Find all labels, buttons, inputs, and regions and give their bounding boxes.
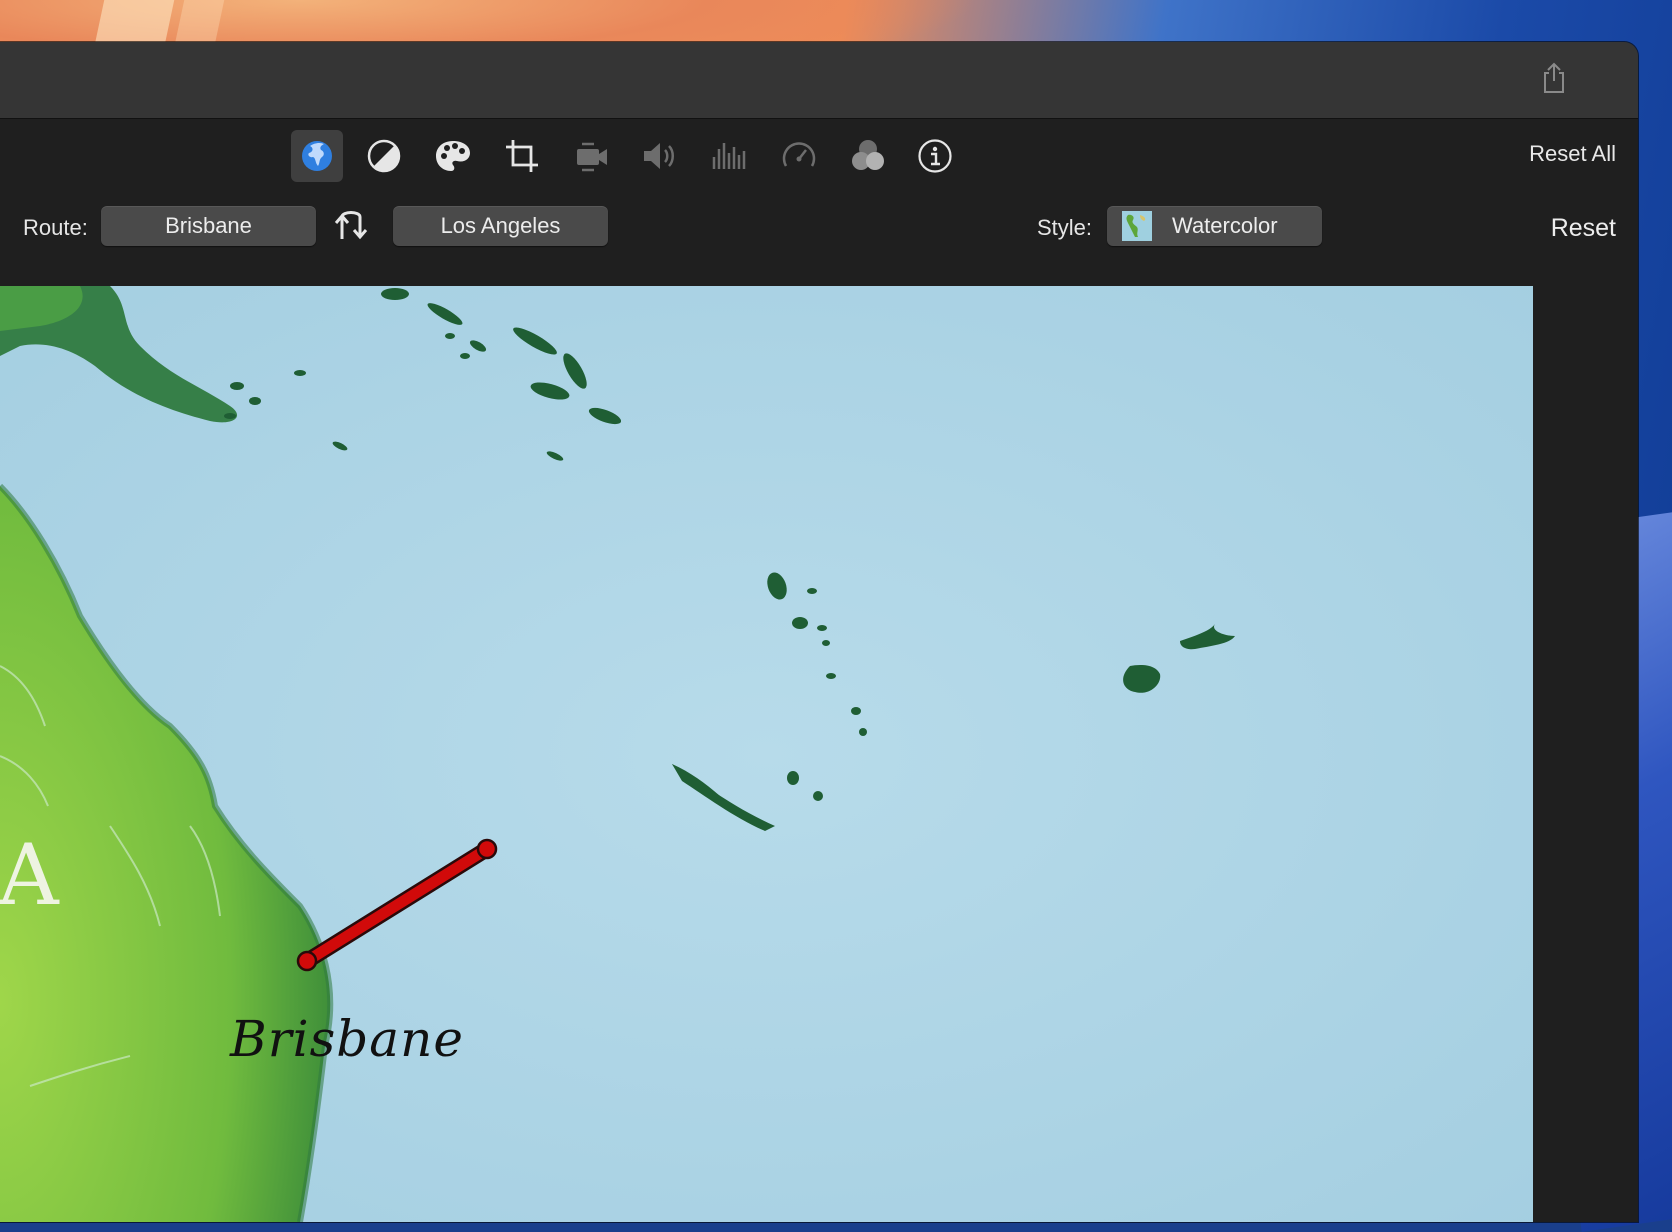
map-preview: A Brisbane xyxy=(0,286,1533,1222)
palette-icon xyxy=(436,141,470,171)
equalizer-icon xyxy=(712,143,746,169)
clip-filter-icon xyxy=(852,140,884,170)
map-style-thumbnail-icon xyxy=(1122,211,1152,241)
info-button[interactable] xyxy=(909,130,961,182)
watercolor-map xyxy=(0,286,1533,1222)
imovie-window: Reset All Route: Brisbane Los Angeles St… xyxy=(0,42,1638,1222)
noise-reduction-button[interactable] xyxy=(703,130,755,182)
stabilization-button[interactable] xyxy=(566,130,618,182)
style-value: Watercolor xyxy=(1172,213,1278,238)
share-button[interactable] xyxy=(1536,60,1572,96)
adjustments-toolbar: Reset All xyxy=(0,119,1638,191)
globe-icon xyxy=(302,141,332,171)
info-icon xyxy=(918,139,952,173)
color-balance-icon xyxy=(367,139,401,173)
speed-button[interactable] xyxy=(773,130,825,182)
crop-icon xyxy=(506,140,538,172)
color-balance-button[interactable] xyxy=(358,130,410,182)
title-bar xyxy=(0,42,1638,119)
map-tool-button[interactable] xyxy=(291,130,343,182)
stabilization-icon xyxy=(577,142,607,172)
volume-icon xyxy=(644,143,674,169)
route-endpoint-start xyxy=(296,950,318,972)
speedometer-icon xyxy=(782,142,816,167)
route-to-button[interactable]: Los Angeles xyxy=(393,206,608,246)
map-options-bar: Route: Brisbane Los Angeles Style: Water… xyxy=(0,192,1638,272)
style-button[interactable]: Watercolor xyxy=(1107,206,1322,246)
volume-button[interactable] xyxy=(634,130,686,182)
share-icon xyxy=(1544,62,1564,93)
route-label: Route: xyxy=(23,215,88,240)
swap-route-button[interactable] xyxy=(332,206,372,246)
style-label: Style: xyxy=(1037,215,1093,240)
crop-button[interactable] xyxy=(496,130,548,182)
region-label: A xyxy=(0,826,59,924)
color-correction-button[interactable] xyxy=(427,130,479,182)
reset-button[interactable]: Reset xyxy=(1551,214,1616,243)
route-from-button[interactable]: Brisbane xyxy=(101,206,316,246)
swap-arrows-icon xyxy=(334,211,368,240)
city-label: Brisbane xyxy=(230,1010,464,1068)
route-endpoint-end xyxy=(476,838,498,860)
clip-filter-button[interactable] xyxy=(842,130,894,182)
reset-all-button[interactable]: Reset All xyxy=(1529,141,1616,167)
